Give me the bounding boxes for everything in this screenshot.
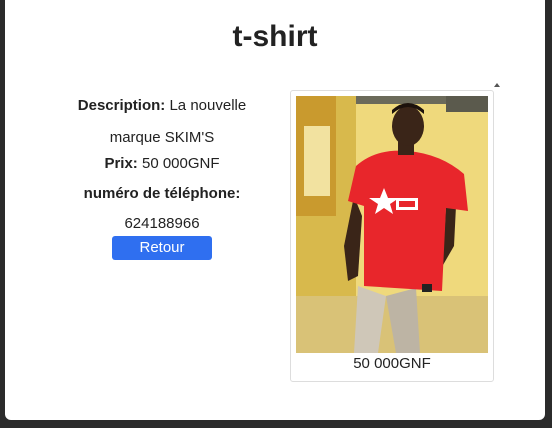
phone-label: numéro de téléphone: bbox=[83, 185, 241, 202]
back-button[interactable]: Retour bbox=[112, 236, 212, 260]
description-label: Description: bbox=[77, 97, 166, 114]
price: Prix: 50 000GNF bbox=[57, 154, 267, 174]
description: Description: La nouvelle marque SKIM'S bbox=[57, 90, 267, 154]
product-image-panel: 50 000GNF bbox=[290, 90, 494, 382]
price-label: Prix: bbox=[104, 155, 138, 172]
scroll-up-arrow-icon[interactable] bbox=[494, 83, 500, 87]
page-title: t-shirt bbox=[232, 20, 318, 53]
image-caption: 50 000GNF bbox=[353, 355, 431, 372]
product-card: t-shirt Description: La nouvelle marque … bbox=[5, 0, 545, 420]
phone-label-row: numéro de téléphone: bbox=[57, 184, 267, 204]
product-photo-illustration bbox=[296, 96, 488, 353]
product-photo bbox=[296, 96, 488, 353]
phone-value: 624188966 bbox=[124, 215, 200, 232]
price-value: 50 000GNF bbox=[141, 155, 220, 172]
product-info: Description: La nouvelle marque SKIM'S P… bbox=[57, 90, 267, 260]
